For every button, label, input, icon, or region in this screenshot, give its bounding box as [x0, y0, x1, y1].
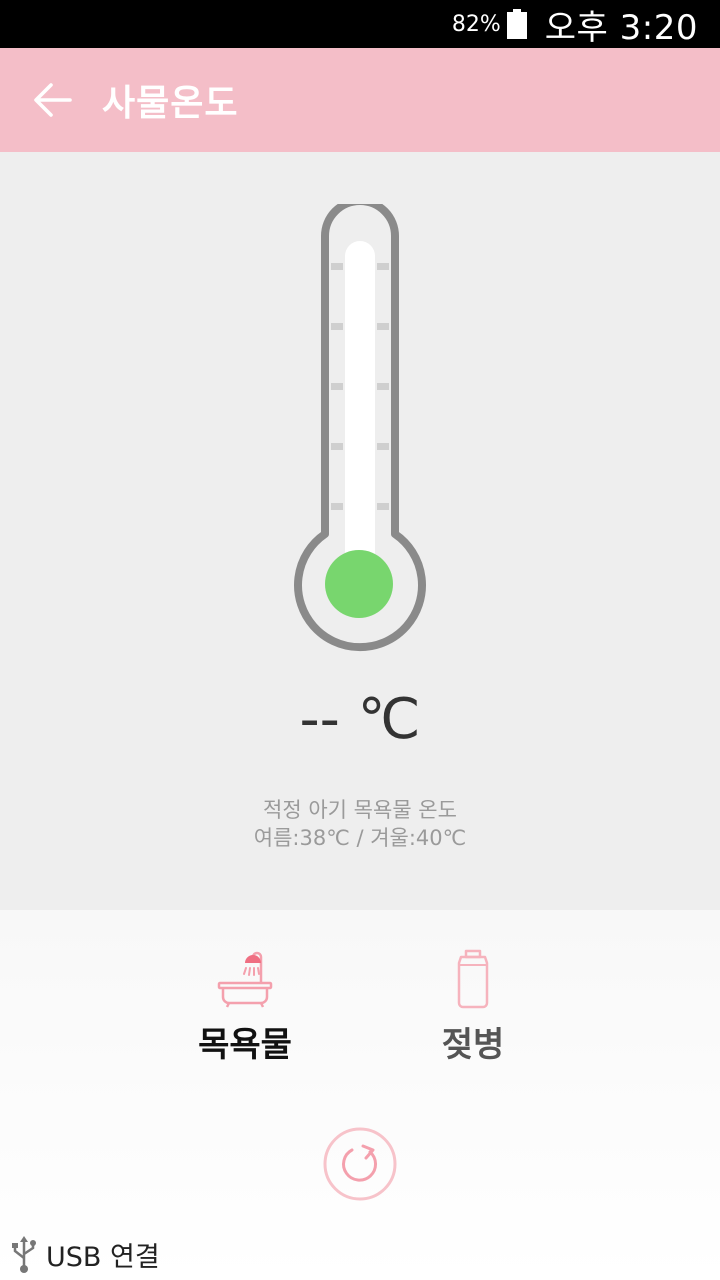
usb-icon — [12, 1236, 36, 1273]
mode-tab-label: 목욕물 — [198, 1025, 292, 1065]
usb-connection-label: USB 연결 — [46, 1241, 160, 1273]
bathtub-icon — [215, 946, 275, 1009]
battery-icon — [506, 9, 527, 39]
mode-panel: 목욕물 젖병 USB 연결 — [0, 910, 720, 1280]
thermometer-icon — [294, 204, 426, 652]
status-clock: 오후 3:20 — [544, 7, 698, 48]
mode-tab-baby-bottle[interactable]: 젖병 — [398, 946, 548, 1066]
back-button[interactable] — [0, 48, 100, 152]
refresh-icon — [323, 1127, 397, 1201]
mode-tab-bath-water[interactable]: 목욕물 — [170, 946, 320, 1066]
temperature-reading: -- ℃ — [299, 687, 421, 752]
back-arrow-icon — [34, 83, 72, 117]
mode-tab-label: 젖병 — [441, 1025, 505, 1065]
baby-bottle-icon — [453, 946, 493, 1009]
thermometer-bulb — [325, 550, 393, 618]
hint-line-2: 여름:38℃ / 겨울:40℃ — [253, 826, 467, 850]
recommended-temperature-hint: 적정 아기 목욕물 온도 여름:38℃ / 겨울:40℃ — [0, 796, 720, 852]
app-bar: 사물온도 — [0, 48, 720, 152]
page-title: 사물온도 — [102, 83, 239, 124]
status-bar: 82% 오후 3:20 — [0, 0, 720, 48]
battery-percent: 82% — [451, 11, 501, 37]
hint-line-1: 적정 아기 목욕물 온도 — [263, 798, 457, 822]
refresh-button[interactable] — [322, 1126, 398, 1202]
usb-notification: USB 연결 — [10, 1234, 160, 1274]
thermometer-panel: -- ℃ 적정 아기 목욕물 온도 여름:38℃ / 겨울:40℃ — [0, 152, 720, 910]
